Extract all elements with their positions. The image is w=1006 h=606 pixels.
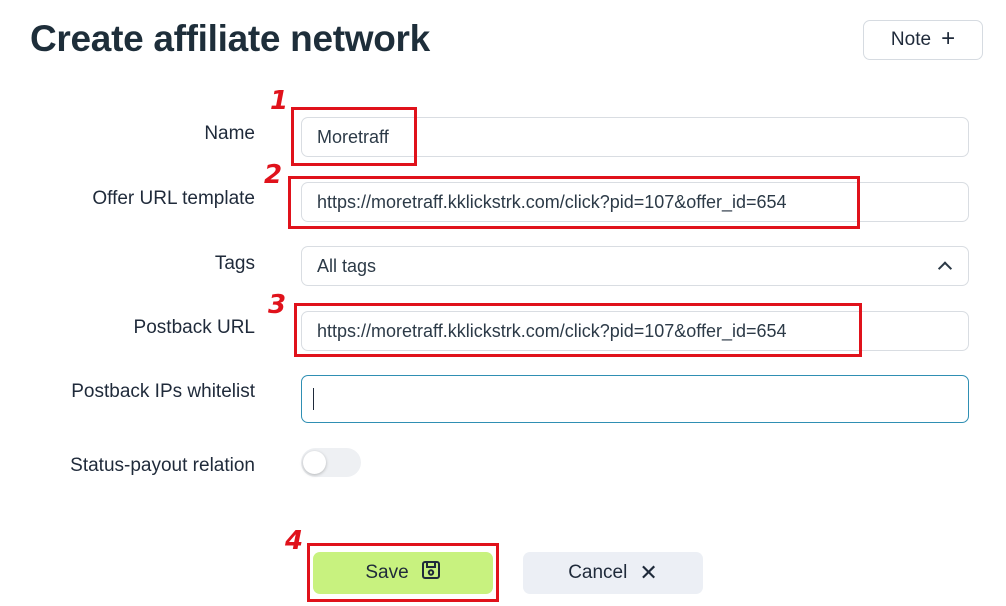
toggle-knob xyxy=(303,451,326,474)
note-button[interactable]: Note + xyxy=(863,20,983,60)
postback-url-value: https://moretraff.kklickstrk.com/click?p… xyxy=(317,320,787,341)
chevron-up-icon xyxy=(937,261,953,276)
cancel-button[interactable]: Cancel ✕ xyxy=(523,552,703,594)
note-button-label: Note xyxy=(890,29,932,50)
text-caret xyxy=(313,388,314,410)
save-button[interactable]: Save xyxy=(313,552,493,594)
name-input[interactable]: Moretraff xyxy=(301,117,969,157)
floppy-disk-icon xyxy=(421,560,441,586)
name-label: Name xyxy=(204,123,255,144)
offer-url-label: Offer URL template xyxy=(92,188,255,209)
plus-icon: + xyxy=(941,25,956,52)
close-icon: ✕ xyxy=(639,560,658,585)
status-payout-label: Status-payout relation xyxy=(70,455,255,476)
offer-url-value: https://moretraff.kklickstrk.com/click?p… xyxy=(317,191,787,212)
postback-ips-label: Postback IPs whitelist xyxy=(71,381,255,402)
page-title: Create affiliate network xyxy=(30,18,430,59)
annotation-marker-2: 2 xyxy=(264,160,283,190)
annotation-marker-4: 4 xyxy=(285,526,304,556)
tags-select[interactable]: All tags xyxy=(301,246,969,286)
save-button-label: Save xyxy=(365,562,409,583)
cancel-button-label: Cancel xyxy=(568,562,628,583)
status-payout-toggle[interactable] xyxy=(301,448,361,477)
name-value: Moretraff xyxy=(317,126,389,147)
tags-value: All tags xyxy=(317,255,377,276)
offer-url-input[interactable]: https://moretraff.kklickstrk.com/click?p… xyxy=(301,182,969,222)
postback-url-input[interactable]: https://moretraff.kklickstrk.com/click?p… xyxy=(301,311,969,351)
tags-label: Tags xyxy=(214,253,255,274)
postback-ips-input[interactable] xyxy=(301,375,969,423)
annotation-marker-1: 1 xyxy=(270,86,289,116)
annotation-marker-3: 3 xyxy=(268,290,287,320)
postback-url-label: Postback URL xyxy=(133,317,255,338)
